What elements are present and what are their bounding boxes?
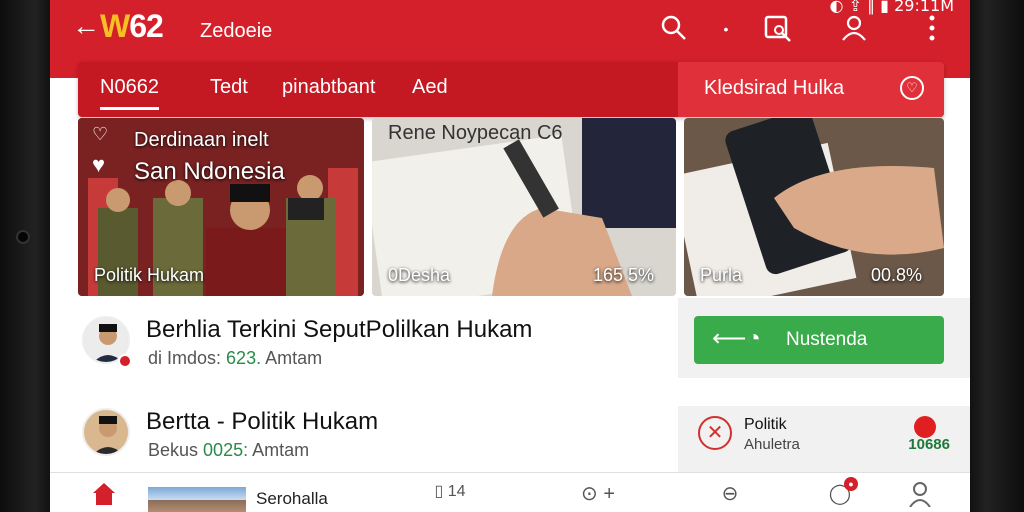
news-meta: di Imdos: 623. Amtam bbox=[148, 348, 322, 369]
news-title[interactable]: Bertta - Politik Hukam bbox=[146, 408, 378, 436]
logo-letter: W bbox=[100, 8, 130, 44]
news-meta-suffix: Amtam bbox=[265, 348, 323, 368]
news-card-3[interactable]: Purla 00.8% bbox=[684, 118, 944, 296]
search-icon[interactable] bbox=[656, 14, 692, 48]
nustenda-label: Nustenda bbox=[786, 329, 868, 350]
card-2-number: 165 5% bbox=[592, 265, 654, 285]
news-meta-highlight: 0025: bbox=[203, 440, 249, 460]
tab-right-label: Kledsirad Hulka bbox=[704, 77, 845, 99]
card-3-number: 00.8% bbox=[870, 265, 922, 285]
card-1-label: Politik Hukam bbox=[94, 265, 205, 285]
arrow-left-icon[interactable]: ← bbox=[72, 12, 100, 40]
heart-icon[interactable]: ♡ bbox=[900, 76, 924, 100]
card-2-label: 0Desha bbox=[388, 265, 451, 285]
category-tabs: N0662 Tedt pinabtbant Aed Kledsirad Hulk… bbox=[78, 62, 944, 117]
status-icons: ◐ ⇪ ∥ ▮ bbox=[829, 0, 889, 15]
card-1-caption-line2: San Ndonesia bbox=[134, 158, 285, 185]
side-panel: ⟵◔ Nustenda ✕ Politik Ahuletra 10686 bbox=[678, 298, 970, 472]
card-3-label: Purla bbox=[700, 265, 743, 285]
card-1-caption-line1: Derdinaan inelt bbox=[134, 129, 269, 151]
profile-icon[interactable] bbox=[900, 481, 940, 512]
clock-add-icon[interactable]: ⊙ + bbox=[574, 481, 622, 506]
device-bezel-right bbox=[970, 0, 1024, 512]
card-2-caption: Rene Noypecan C6 bbox=[388, 122, 563, 144]
nustenda-button[interactable]: ⟵◔ Nustenda bbox=[694, 316, 944, 364]
notification-icon[interactable]: ◯ ● bbox=[820, 477, 860, 506]
home-icon[interactable] bbox=[84, 481, 124, 511]
dot-icon: • bbox=[723, 21, 729, 37]
heart-outline-icon[interactable]: ♡ bbox=[92, 124, 108, 145]
status-bar: ◐ ⇪ ∥ ▮ 29:11M bbox=[830, 0, 954, 15]
divider bbox=[678, 378, 970, 406]
tab-kledsirad-hulka[interactable]: Kledsirad Hulka ♡ bbox=[678, 62, 944, 117]
page-icon[interactable]: ▯ 14 bbox=[420, 481, 480, 501]
notification-badge: ● bbox=[844, 477, 858, 491]
tab-pinabtbant[interactable]: pinabtbant bbox=[282, 76, 375, 99]
category-title: Politik bbox=[744, 416, 787, 433]
logo-number: 62 bbox=[129, 8, 164, 44]
category-politik[interactable]: ✕ Politik Ahuletra 10686 bbox=[694, 414, 954, 468]
avatar bbox=[82, 408, 130, 456]
heart-filled-icon[interactable]: ♥ bbox=[92, 152, 105, 178]
news-item-1[interactable]: Berhlia Terkini SeputPolilkan Hukam di I… bbox=[78, 316, 680, 388]
card-1-caption: Derdinaan inelt San Ndonesia bbox=[134, 124, 285, 188]
news-item-2[interactable]: Bertta - Politik Hukam Bekus 0025: Amtam bbox=[78, 408, 680, 480]
flag-icon bbox=[914, 416, 936, 438]
category-subtitle: Ahuletra bbox=[744, 436, 800, 453]
category-count: 10686 bbox=[908, 436, 950, 453]
news-meta-prefix: di Imdos: bbox=[148, 348, 222, 368]
device-bezel-left bbox=[0, 0, 50, 512]
app-title: Zedoeie bbox=[200, 20, 273, 42]
arrow-left-circle-icon: ⟵◔ bbox=[712, 325, 761, 352]
thumbnail-image[interactable] bbox=[148, 487, 246, 512]
news-meta-suffix: Amtam bbox=[252, 440, 310, 460]
page-text: 14 bbox=[447, 483, 466, 500]
live-badge-icon bbox=[118, 354, 132, 368]
news-meta-highlight: 623. bbox=[226, 348, 262, 368]
front-camera bbox=[16, 230, 30, 244]
nav-label[interactable]: Serohalla bbox=[256, 489, 328, 509]
news-card-2[interactable]: Rene Noypecan C6 0Desha 165 5% bbox=[372, 118, 676, 296]
chat-icon[interactable]: ⊖ bbox=[710, 481, 750, 506]
app-screen: ◐ ⇪ ∥ ▮ 29:11M ← W62 Zedoeie • N0662 Ted… bbox=[50, 0, 970, 512]
news-card-1[interactable]: ♡ ♥ Derdinaan inelt San Ndonesia Politik… bbox=[78, 118, 364, 296]
news-meta: Bekus 0025: Amtam bbox=[148, 440, 309, 461]
edit-search-icon[interactable] bbox=[760, 14, 796, 50]
tab-n0662[interactable]: N0662 bbox=[100, 76, 159, 110]
tab-aed[interactable]: Aed bbox=[412, 76, 448, 99]
close-circle-icon[interactable]: ✕ bbox=[698, 416, 732, 450]
user-icon[interactable] bbox=[836, 14, 872, 48]
status-time: 29:11M bbox=[894, 0, 954, 15]
tab-tedt[interactable]: Tedt bbox=[210, 76, 248, 99]
news-title[interactable]: Berhlia Terkini SeputPolilkan Hukam bbox=[146, 316, 532, 344]
news-meta-prefix: Bekus bbox=[148, 440, 199, 460]
more-icon[interactable] bbox=[914, 14, 950, 48]
bottom-nav: Serohalla ▯ 14 ⊙ + ⊖ ◯ ● bbox=[50, 472, 970, 512]
app-logo[interactable]: W62 bbox=[100, 8, 164, 45]
